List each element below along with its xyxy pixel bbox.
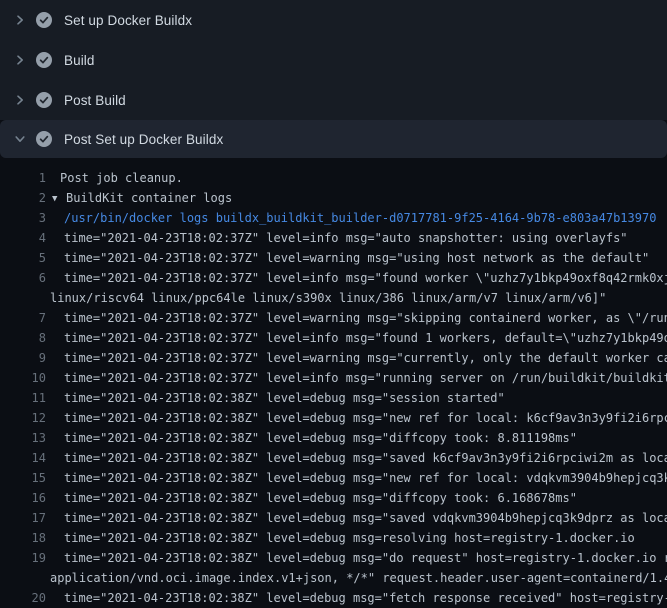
- line-number[interactable]: 16: [0, 488, 46, 508]
- line-number[interactable]: 10: [0, 368, 46, 388]
- log-line: 18 ▼time="2021-04-23T18:02:38Z" level=de…: [0, 528, 667, 548]
- log-text: ▼time="2021-04-23T18:02:37Z" level=info …: [46, 268, 667, 288]
- check-circle-icon: [36, 131, 52, 147]
- log-text: ▼time="2021-04-23T18:02:38Z" level=debug…: [46, 468, 667, 488]
- log-text: ▼linux/riscv64 linux/ppc64le linux/s390x…: [46, 288, 606, 308]
- line-number[interactable]: 15: [0, 468, 46, 488]
- line-number[interactable]: 7: [0, 308, 46, 328]
- log-line: 9 ▼time="2021-04-23T18:02:37Z" level=war…: [0, 348, 667, 368]
- steps-list: Set up Docker Buildx Build Post Build: [0, 0, 667, 120]
- log-text: ▼time="2021-04-23T18:02:38Z" level=debug…: [46, 408, 667, 428]
- line-number[interactable]: 1: [0, 168, 46, 188]
- log-line: 4 ▼time="2021-04-23T18:02:37Z" level=inf…: [0, 228, 667, 248]
- log-text: ▼time="2021-04-23T18:02:38Z" level=debug…: [46, 448, 667, 468]
- line-number[interactable]: 5: [0, 248, 46, 268]
- chevron-right-icon[interactable]: [12, 52, 28, 68]
- log-text: ▼time="2021-04-23T18:02:37Z" level=info …: [46, 228, 628, 248]
- log-line: 1 ▼Post job cleanup.: [0, 168, 667, 188]
- log-line: 17 ▼time="2021-04-23T18:02:38Z" level=de…: [0, 508, 667, 528]
- log-line: 19 ▼time="2021-04-23T18:02:38Z" level=de…: [0, 548, 667, 568]
- log-line: 6 ▼time="2021-04-23T18:02:37Z" level=inf…: [0, 268, 667, 288]
- log-line: 7 ▼time="2021-04-23T18:02:37Z" level=war…: [0, 308, 667, 328]
- line-number[interactable]: 18: [0, 528, 46, 548]
- line-number[interactable]: 19: [0, 548, 46, 568]
- log-line: 12 ▼time="2021-04-23T18:02:38Z" level=de…: [0, 408, 667, 428]
- line-number[interactable]: 17: [0, 508, 46, 528]
- line-number[interactable]: 12: [0, 408, 46, 428]
- check-circle-icon: [36, 52, 52, 68]
- log-text: ▼Post job cleanup.: [46, 168, 183, 188]
- log-line: 16 ▼time="2021-04-23T18:02:38Z" level=de…: [0, 488, 667, 508]
- chevron-down-icon[interactable]: [12, 131, 28, 147]
- line-number[interactable]: 13: [0, 428, 46, 448]
- line-number[interactable]: 2: [0, 188, 46, 208]
- group-collapse-icon[interactable]: ▼: [52, 189, 66, 209]
- log-text: ▼time="2021-04-23T18:02:37Z" level=info …: [46, 368, 667, 388]
- log-line: ▼application/vnd.oci.image.index.v1+json…: [0, 568, 667, 588]
- check-circle-icon: [36, 92, 52, 108]
- log-text: ▼/usr/bin/docker logs buildx_buildkit_bu…: [46, 208, 656, 228]
- step-header-post-setup-docker-buildx[interactable]: Post Set up Docker Buildx: [0, 120, 667, 158]
- log-text: ▼time="2021-04-23T18:02:37Z" level=warni…: [46, 308, 667, 328]
- log-text: ▼time="2021-04-23T18:02:38Z" level=debug…: [46, 548, 667, 568]
- line-number[interactable]: 9: [0, 348, 46, 368]
- log-text: ▼time="2021-04-23T18:02:37Z" level=warni…: [46, 248, 649, 268]
- line-number[interactable]: [0, 288, 46, 308]
- log-line: 11 ▼time="2021-04-23T18:02:38Z" level=de…: [0, 388, 667, 408]
- step-title: Set up Docker Buildx: [64, 13, 192, 28]
- log-line[interactable]: 2 ▼BuildKit container logs: [0, 188, 667, 208]
- step-header-build[interactable]: Build: [0, 40, 667, 80]
- line-number[interactable]: 11: [0, 388, 46, 408]
- log-line: 8 ▼time="2021-04-23T18:02:37Z" level=inf…: [0, 328, 667, 348]
- log-line: ▼linux/riscv64 linux/ppc64le linux/s390x…: [0, 288, 667, 308]
- log-text: ▼time="2021-04-23T18:02:37Z" level=warni…: [46, 348, 667, 368]
- log-text: ▼time="2021-04-23T18:02:38Z" level=debug…: [46, 428, 577, 448]
- line-number[interactable]: 14: [0, 448, 46, 468]
- line-number[interactable]: 4: [0, 228, 46, 248]
- log-text: ▼BuildKit container logs: [46, 188, 232, 208]
- log-line: 10 ▼time="2021-04-23T18:02:37Z" level=in…: [0, 368, 667, 388]
- step-header-post-build[interactable]: Post Build: [0, 80, 667, 120]
- log-text: ▼time="2021-04-23T18:02:38Z" level=debug…: [46, 528, 635, 548]
- line-number[interactable]: [0, 568, 46, 588]
- line-number[interactable]: 20: [0, 588, 46, 608]
- line-number[interactable]: 3: [0, 208, 46, 228]
- log-text: ▼time="2021-04-23T18:02:38Z" level=debug…: [46, 508, 667, 528]
- log-line: 3 ▼/usr/bin/docker logs buildx_buildkit_…: [0, 208, 667, 228]
- log-text: ▼time="2021-04-23T18:02:38Z" level=debug…: [46, 488, 577, 508]
- step-title: Build: [64, 53, 95, 68]
- line-number[interactable]: 6: [0, 268, 46, 288]
- step-header-setup-docker-buildx[interactable]: Set up Docker Buildx: [0, 0, 667, 40]
- log-line: 13 ▼time="2021-04-23T18:02:38Z" level=de…: [0, 428, 667, 448]
- chevron-right-icon[interactable]: [12, 92, 28, 108]
- line-number[interactable]: 8: [0, 328, 46, 348]
- log-text: ▼time="2021-04-23T18:02:37Z" level=info …: [46, 328, 667, 348]
- step-title: Post Build: [64, 93, 126, 108]
- step-title: Post Set up Docker Buildx: [64, 132, 223, 147]
- log-line: 20 ▼time="2021-04-23T18:02:38Z" level=de…: [0, 588, 667, 608]
- chevron-right-icon[interactable]: [12, 12, 28, 28]
- log-text: ▼application/vnd.oci.image.index.v1+json…: [46, 568, 667, 588]
- log-text: ▼time="2021-04-23T18:02:38Z" level=debug…: [46, 388, 505, 408]
- log-viewer: 1 ▼Post job cleanup. 2 ▼BuildKit contain…: [0, 158, 667, 608]
- log-line: 5 ▼time="2021-04-23T18:02:37Z" level=war…: [0, 248, 667, 268]
- check-circle-icon: [36, 12, 52, 28]
- log-line: 15 ▼time="2021-04-23T18:02:38Z" level=de…: [0, 468, 667, 488]
- log-line: 14 ▼time="2021-04-23T18:02:38Z" level=de…: [0, 448, 667, 468]
- log-text: ▼time="2021-04-23T18:02:38Z" level=debug…: [46, 588, 667, 608]
